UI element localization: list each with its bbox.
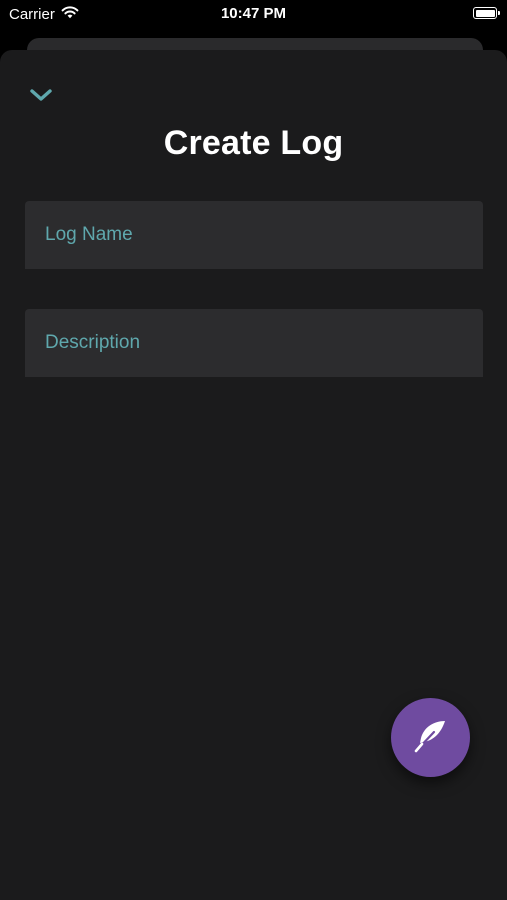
log-name-input[interactable] — [25, 201, 483, 269]
status-time: 10:47 PM — [220, 5, 287, 22]
battery-level — [475, 9, 495, 17]
screen: Carrier 10:47 PM Create Log — [0, 0, 507, 900]
chevron-down-icon — [28, 87, 54, 108]
create-log-button[interactable] — [391, 698, 470, 777]
description-field[interactable] — [25, 309, 483, 377]
description-input[interactable] — [25, 309, 483, 377]
dismiss-button[interactable] — [26, 85, 56, 109]
create-log-sheet: Create Log — [0, 50, 507, 900]
feather-icon — [412, 716, 450, 759]
status-bar: Carrier 10:47 PM — [0, 0, 507, 30]
log-name-field[interactable] — [25, 201, 483, 269]
battery-tip — [498, 11, 500, 15]
page-title: Create Log — [163, 124, 344, 162]
battery-icon — [473, 7, 500, 19]
